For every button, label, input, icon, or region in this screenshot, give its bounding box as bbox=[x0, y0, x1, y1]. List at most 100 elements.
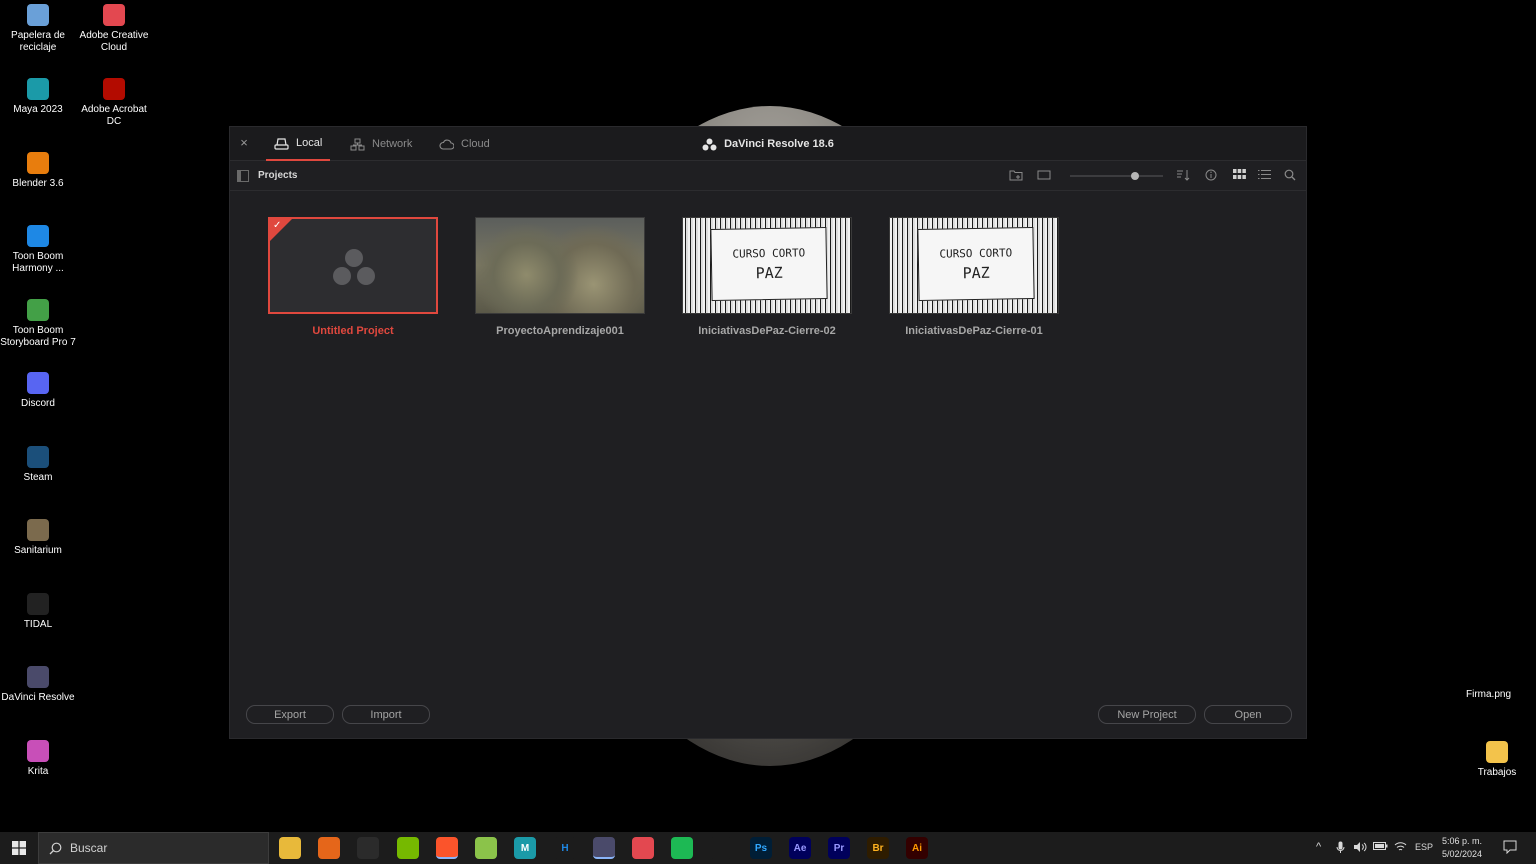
bridge-icon[interactable]: Br bbox=[867, 837, 889, 859]
clock-time: 5:06 p. m. bbox=[1442, 836, 1483, 846]
blender-icon bbox=[27, 152, 49, 174]
premiere-icon[interactable]: Pr bbox=[828, 837, 850, 859]
tidal-icon[interactable] bbox=[710, 837, 732, 859]
photoshop-icon[interactable]: Ps bbox=[750, 837, 772, 859]
title-bar: × Local Network Cloud DaVinci Resolve 18… bbox=[230, 127, 1306, 161]
project-thumbnail bbox=[475, 217, 645, 314]
desktop-icon-label: Steam bbox=[23, 472, 53, 483]
new-project-button[interactable]: New Project bbox=[1098, 705, 1196, 724]
notifications-icon[interactable] bbox=[1503, 840, 1517, 857]
desktop-icon-label: Blender 3.6 bbox=[12, 178, 64, 189]
desktop-icon-blender[interactable]: Blender 3.6 bbox=[0, 152, 76, 190]
sidebar-toggle-icon[interactable] bbox=[237, 170, 249, 182]
desktop-icon-label: Sanitarium bbox=[14, 545, 62, 556]
info-icon[interactable] bbox=[1204, 169, 1218, 183]
project-thumbnail: ✓ bbox=[268, 217, 438, 314]
folder-icon bbox=[1486, 741, 1508, 763]
project-name: IniciativasDePaz-Cierre-02 bbox=[698, 325, 836, 337]
illustrator-icon[interactable]: Ai bbox=[906, 837, 928, 859]
desktop-icon-label: Krita bbox=[27, 766, 49, 777]
desktop-folder-trabajos[interactable]: Trabajos bbox=[1459, 741, 1535, 779]
davinci-logo-icon bbox=[333, 249, 375, 285]
project-name: ProyectoAprendizaje001 bbox=[496, 325, 624, 337]
discord-icon bbox=[27, 372, 49, 394]
spotify-icon[interactable] bbox=[671, 837, 693, 859]
sketch-card: CURSO CORTO PAZ bbox=[917, 226, 1035, 302]
search-icon bbox=[49, 842, 62, 854]
volume-icon[interactable] bbox=[1353, 841, 1367, 856]
obs-icon[interactable] bbox=[357, 837, 379, 859]
desktop-icon-krita[interactable]: Krita bbox=[0, 740, 76, 778]
search-placeholder: Buscar bbox=[70, 841, 108, 855]
desktop-icon-harmony[interactable]: Toon Boom Harmony ... bbox=[0, 225, 76, 275]
desktop-icon-maya[interactable]: Maya 2023 bbox=[0, 78, 76, 116]
sketch-line-1: CURSO CORTO bbox=[732, 245, 806, 261]
sort-icon[interactable] bbox=[1176, 169, 1190, 183]
battery-icon[interactable] bbox=[1373, 841, 1388, 854]
app-title: DaVinci Resolve 18.6 bbox=[230, 127, 1306, 161]
desktop-icon-acrobat[interactable]: Adobe Acrobat DC bbox=[76, 78, 152, 128]
file-explorer-icon[interactable] bbox=[279, 837, 301, 859]
davinci-logo-icon bbox=[702, 138, 717, 150]
desktop-icon-label: Adobe Acrobat DC bbox=[81, 104, 147, 127]
grid-view-icon[interactable] bbox=[1232, 169, 1246, 183]
sketch-line-2: PAZ bbox=[962, 263, 990, 282]
creative-cloud-icon bbox=[103, 4, 125, 26]
desktop-icon-steam[interactable]: Steam bbox=[0, 446, 76, 484]
desktop-icon-recycle-bin[interactable]: Papelera de reciclaje bbox=[0, 4, 76, 54]
desktop-icon-label: Maya 2023 bbox=[13, 104, 63, 115]
davinci-icon bbox=[27, 666, 49, 688]
firefox-icon[interactable] bbox=[318, 837, 340, 859]
checkmark-icon: ✓ bbox=[273, 220, 282, 231]
desktop-file-firma[interactable]: Firma.png bbox=[1466, 689, 1511, 700]
zoom-slider[interactable] bbox=[1070, 172, 1163, 180]
clock[interactable]: 5:06 p. m. 5/02/2024 bbox=[1442, 835, 1482, 861]
import-button[interactable]: Import bbox=[342, 705, 430, 724]
desktop-icon-label: Adobe Creative Cloud bbox=[79, 30, 149, 53]
project-thumbnail: CURSO CORTO PAZ bbox=[682, 217, 852, 314]
desktop-icon-sanitarium[interactable]: Sanitarium bbox=[0, 519, 76, 557]
microphone-icon[interactable] bbox=[1336, 841, 1345, 857]
brave-icon[interactable] bbox=[436, 837, 458, 859]
start-button[interactable] bbox=[0, 832, 38, 864]
desktop-icon-label: TIDAL bbox=[23, 619, 53, 630]
export-button[interactable]: Export bbox=[246, 705, 334, 724]
windows-logo-icon bbox=[12, 841, 26, 855]
new-folder-icon[interactable] bbox=[1009, 169, 1023, 183]
language-indicator[interactable]: ESP bbox=[1415, 842, 1433, 852]
project-toolbar: Projects bbox=[230, 161, 1306, 191]
project-tile-aprendizaje[interactable]: ProyectoAprendizaje001 bbox=[474, 217, 646, 337]
after-effects-icon[interactable]: Ae bbox=[789, 837, 811, 859]
project-tile-cierre-01[interactable]: CURSO CORTO PAZ IniciativasDePaz-Cierre-… bbox=[888, 217, 1060, 337]
project-tile-cierre-02[interactable]: CURSO CORTO PAZ IniciativasDePaz-Cierre-… bbox=[681, 217, 853, 337]
tray-overflow-icon[interactable]: ^ bbox=[1316, 841, 1321, 853]
taskbar-search[interactable]: Buscar bbox=[38, 832, 269, 864]
desktop-icon-label: DaVinci Resolve bbox=[1, 692, 75, 703]
nvidia-icon[interactable] bbox=[397, 837, 419, 859]
project-name: Untitled Project bbox=[312, 325, 394, 337]
creative-cloud-icon[interactable] bbox=[632, 837, 654, 859]
maya-icon[interactable]: M bbox=[514, 837, 536, 859]
open-button[interactable]: Open bbox=[1204, 705, 1292, 724]
thumbnail-view-icon[interactable] bbox=[1037, 169, 1051, 183]
wifi-icon[interactable] bbox=[1394, 841, 1407, 855]
breadcrumb-projects[interactable]: Projects bbox=[258, 170, 297, 181]
krita-icon bbox=[27, 740, 49, 762]
desktop-icon-creative-cloud[interactable]: Adobe Creative Cloud bbox=[76, 4, 152, 54]
recycle-bin-icon bbox=[27, 4, 49, 26]
desktop-icon-davinci[interactable]: DaVinci Resolve bbox=[0, 666, 76, 704]
greenshot-icon[interactable] bbox=[475, 837, 497, 859]
harmony-icon[interactable]: H bbox=[554, 837, 576, 859]
desktop-icon-tidal[interactable]: TIDAL bbox=[0, 593, 76, 631]
davinci-icon[interactable] bbox=[593, 837, 615, 859]
project-manager-window: × Local Network Cloud DaVinci Resolve 18… bbox=[229, 126, 1307, 739]
desktop-icon-discord[interactable]: Discord bbox=[0, 372, 76, 410]
list-view-icon[interactable] bbox=[1257, 169, 1271, 183]
zoom-slider-knob[interactable] bbox=[1131, 172, 1140, 180]
search-icon[interactable] bbox=[1283, 169, 1297, 183]
project-tile-untitled[interactable]: ✓ Untitled Project bbox=[267, 217, 439, 337]
app-title-text: DaVinci Resolve 18.6 bbox=[724, 138, 834, 150]
desktop-icon-label: Toon Boom Harmony ... bbox=[12, 251, 64, 274]
harmony-icon bbox=[27, 225, 49, 247]
desktop-icon-storyboard[interactable]: Toon Boom Storyboard Pro 7 bbox=[0, 299, 76, 349]
